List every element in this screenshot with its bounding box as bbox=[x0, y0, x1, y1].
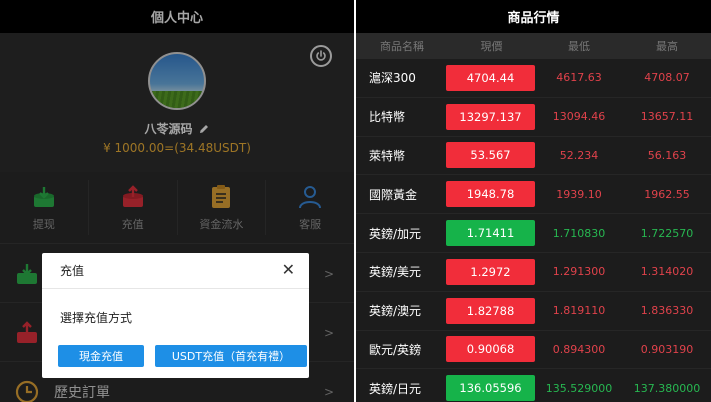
high-price: 13657.11 bbox=[640, 110, 694, 124]
table-row[interactable]: 萊特幣 53.567 52.234 56.163 bbox=[356, 136, 711, 176]
product-name: 英鎊/澳元 bbox=[369, 304, 422, 319]
table-row[interactable]: 比特幣 13297.137 13094.46 13657.11 bbox=[356, 97, 711, 137]
table-row[interactable]: 英鎊/美元 1.2972 1.291300 1.314020 bbox=[356, 252, 711, 292]
current-price: 0.90068 bbox=[446, 336, 535, 363]
column-name: 商品名稱 bbox=[380, 40, 424, 53]
current-price: 4704.44 bbox=[446, 64, 535, 91]
product-name: 英鎊/加元 bbox=[369, 226, 422, 241]
high-price: 137.380000 bbox=[633, 381, 701, 395]
current-price: 53.567 bbox=[446, 142, 535, 169]
market-table-body: 滬深300 4704.44 4617.63 4708.07 比特幣 13297.137 13… bbox=[356, 59, 711, 402]
table-row[interactable]: 英鎊/澳元 1.82788 1.819110 1.836330 bbox=[356, 291, 711, 331]
cash-recharge-button[interactable]: 現金充值 bbox=[58, 345, 144, 367]
column-high: 最高 bbox=[656, 40, 678, 53]
dialog-prompt: 選擇充值方式 bbox=[60, 311, 133, 325]
product-name: 比特幣 bbox=[369, 110, 406, 125]
column-price: 現價 bbox=[480, 40, 503, 53]
low-price: 1.710830 bbox=[552, 226, 606, 240]
low-price: 1939.10 bbox=[556, 187, 602, 201]
low-price: 0.894300 bbox=[552, 342, 606, 356]
product-name: 英鎊/日元 bbox=[369, 381, 422, 396]
high-price: 56.163 bbox=[647, 148, 687, 162]
table-row[interactable]: 英鎊/加元 1.71411 1.710830 1.722570 bbox=[356, 214, 711, 253]
low-price: 1.291300 bbox=[552, 265, 606, 279]
low-price: 4617.63 bbox=[556, 71, 602, 85]
current-price: 1.71411 bbox=[446, 220, 535, 247]
table-row[interactable]: 滬深300 4704.44 4617.63 4708.07 bbox=[356, 59, 711, 98]
table-row[interactable]: 英鎊/日元 136.05596 135.529000 137.380000 bbox=[356, 369, 711, 402]
low-price: 1.819110 bbox=[552, 304, 606, 318]
market-header-title: 商品行情 bbox=[356, 0, 711, 33]
close-icon[interactable]: ✕ bbox=[282, 262, 295, 278]
market-panel: 商品行情 商品名稱 現價 最低 最高 滬深300 4704.44 4617.63 47… bbox=[356, 0, 711, 402]
product-name: 滬深300 bbox=[369, 71, 416, 86]
high-price: 0.903190 bbox=[640, 342, 694, 356]
current-price: 13297.137 bbox=[446, 103, 535, 130]
product-name: 歐元/英鎊 bbox=[369, 342, 422, 357]
product-name: 萊特幣 bbox=[369, 148, 406, 163]
profile-panel: 個人中心 八苓源码 ¥ 1000.00=(34.48USDT) 提现 充值 資金… bbox=[0, 0, 354, 402]
current-price: 136.05596 bbox=[446, 375, 535, 402]
current-price: 1948.78 bbox=[446, 181, 535, 208]
low-price: 52.234 bbox=[559, 148, 599, 162]
current-price: 1.2972 bbox=[446, 258, 535, 285]
product-name: 國際黃金 bbox=[369, 187, 418, 202]
product-name: 英鎊/美元 bbox=[369, 265, 422, 280]
high-price: 1.722570 bbox=[640, 226, 694, 240]
high-price: 1.314020 bbox=[640, 265, 694, 279]
table-row[interactable]: 國際黃金 1948.78 1939.10 1962.55 bbox=[356, 175, 711, 215]
high-price: 4708.07 bbox=[644, 71, 690, 85]
dialog-title: 充值 bbox=[60, 264, 85, 278]
low-price: 135.529000 bbox=[545, 381, 613, 395]
usdt-recharge-button[interactable]: USDT充值（首充有禮） bbox=[155, 345, 307, 367]
market-table-header: 商品名稱 現價 最低 最高 bbox=[356, 33, 711, 59]
table-row[interactable]: 歐元/英鎊 0.90068 0.894300 0.903190 bbox=[356, 330, 711, 370]
column-low: 最低 bbox=[568, 40, 590, 53]
current-price: 1.82788 bbox=[446, 297, 535, 324]
high-price: 1962.55 bbox=[644, 187, 690, 201]
high-price: 1.836330 bbox=[640, 304, 694, 318]
recharge-dialog: 充值 ✕ 選擇充值方式 現金充值 USDT充值（首充有禮） bbox=[42, 253, 309, 378]
low-price: 13094.46 bbox=[552, 110, 606, 124]
